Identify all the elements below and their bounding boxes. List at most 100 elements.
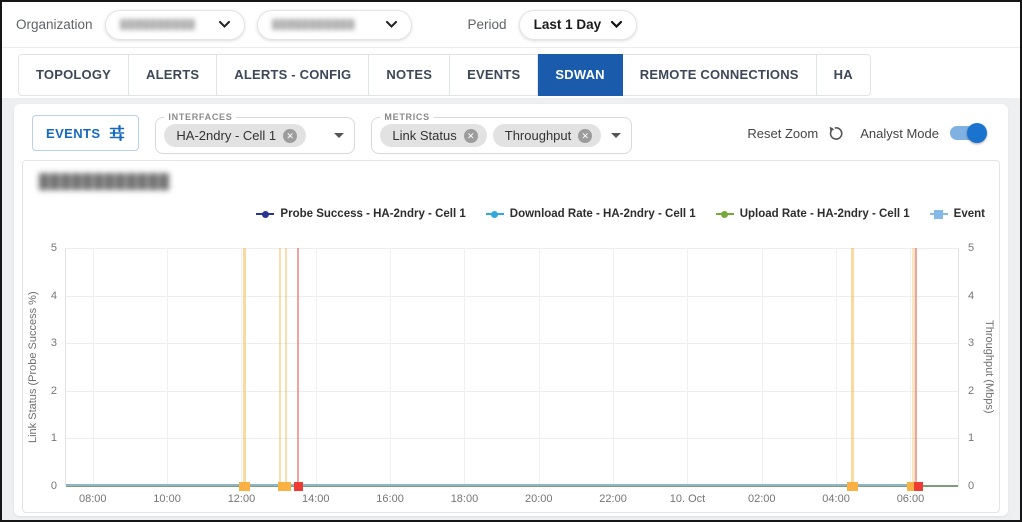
tab-events[interactable]: EVENTS	[450, 54, 538, 96]
event-marker-orange[interactable]	[239, 482, 250, 491]
tab-alerts-config[interactable]: ALERTS - CONFIG	[217, 54, 369, 96]
metric-chip-throughput[interactable]: Throughput	[493, 124, 602, 147]
legend-label: Upload Rate - HA-2ndry - Cell 1	[740, 208, 910, 220]
x-tick: 04:00	[822, 493, 850, 505]
event-line-red[interactable]	[915, 248, 917, 486]
legend-item-upload-rate[interactable]: Upload Rate - HA-2ndry - Cell 1	[716, 208, 910, 220]
y-tick-right: 3	[968, 337, 986, 349]
gridline	[390, 248, 391, 486]
x-tick: 10. Oct	[670, 493, 705, 505]
device-select[interactable]: ███████████	[257, 10, 412, 40]
event-line-orange[interactable]	[912, 248, 915, 486]
events-filter-button[interactable]: EVENTS	[32, 115, 139, 151]
event-marker-orange[interactable]	[847, 482, 858, 491]
tab-bar: TOPOLOGY ALERTS ALERTS - CONFIG NOTES EV…	[18, 54, 871, 96]
event-marker-red[interactable]	[914, 482, 923, 491]
chip-remove-icon[interactable]	[578, 129, 592, 143]
y-tick-right: 1	[968, 432, 986, 444]
y-tick-left: 0	[39, 480, 57, 492]
toggle-knob[interactable]	[967, 123, 987, 143]
x-tick: 20:00	[525, 493, 553, 505]
legend-item-probe-success[interactable]: Probe Success - HA-2ndry - Cell 1	[256, 208, 465, 220]
organization-label: Organization	[16, 17, 93, 32]
x-tick: 16:00	[376, 493, 404, 505]
tab-sdwan[interactable]: SDWAN	[538, 54, 622, 96]
y-tick-right: 0	[968, 480, 986, 492]
period-label: Period	[468, 17, 507, 32]
tab-notes[interactable]: NOTES	[369, 54, 450, 96]
y-axis-label-right: Throughput (Mbps)	[983, 248, 995, 486]
app-window: Organization ██████████ ███████████ Peri…	[0, 0, 1022, 522]
event-line-orange[interactable]	[851, 248, 854, 486]
gridline	[464, 248, 465, 486]
gridline	[66, 248, 958, 249]
device-value: ███████████	[272, 19, 355, 30]
metric-chip-link-status[interactable]: Link Status	[380, 124, 486, 147]
tab-alerts[interactable]: ALERTS	[129, 54, 217, 96]
tab-remote-connections[interactable]: REMOTE CONNECTIONS	[623, 54, 817, 96]
gridline	[93, 248, 94, 486]
interface-chip[interactable]: HA-2ndry - Cell 1	[164, 124, 306, 147]
tune-filter-icon	[109, 125, 125, 141]
gridline	[167, 248, 168, 486]
event-line-orange[interactable]	[243, 248, 246, 486]
x-tick: 08:00	[79, 493, 107, 505]
period-value: Last 1 Day	[534, 17, 602, 32]
chip-remove-icon[interactable]	[283, 129, 297, 143]
chip-remove-icon[interactable]	[464, 129, 478, 143]
interfaces-select[interactable]: INTERFACES HA-2ndry - Cell 1	[155, 112, 355, 154]
top-bar: Organization ██████████ ███████████ Peri…	[2, 2, 1020, 48]
interface-chip-label: HA-2ndry - Cell 1	[176, 128, 276, 143]
tab-topology[interactable]: TOPOLOGY	[18, 54, 129, 96]
x-tick: 14:00	[302, 493, 330, 505]
x-tick: 02:00	[748, 493, 776, 505]
chart-title: ████████████	[39, 173, 170, 189]
organization-select[interactable]: ██████████	[105, 10, 245, 40]
legend-line-marker-icon	[256, 213, 274, 215]
plot-area[interactable]: 5 4 3 2 1 0 5 4 3 2 1 0 08:00 10:00 1	[65, 248, 959, 486]
chart-legend: Probe Success - HA-2ndry - Cell 1 Downlo…	[256, 208, 985, 220]
y-tick-left: 4	[39, 290, 57, 302]
download-rate-series-line	[66, 484, 916, 486]
analyst-mode-toggle[interactable]	[950, 126, 984, 140]
controls-row: EVENTS INTERFACES HA-2ndr	[32, 108, 990, 158]
legend-label: Probe Success - HA-2ndry - Cell 1	[280, 208, 465, 220]
x-tick: 06:00	[897, 493, 925, 505]
y-tick-right: 4	[968, 290, 986, 302]
analyst-mode-control: Analyst Mode	[860, 126, 988, 141]
gridline	[836, 248, 837, 486]
period-select[interactable]: Last 1 Day	[519, 10, 638, 40]
chevron-down-icon	[386, 21, 397, 28]
reset-zoom-button[interactable]: Reset Zoom	[747, 125, 844, 142]
legend-item-download-rate[interactable]: Download Rate - HA-2ndry - Cell 1	[486, 208, 696, 220]
reset-zoom-label: Reset Zoom	[747, 126, 818, 141]
dropdown-arrow-icon[interactable]	[611, 133, 621, 138]
gridline	[687, 248, 688, 486]
metrics-legend: METRICS	[380, 112, 433, 122]
metrics-select[interactable]: METRICS Link Status Throughput	[371, 112, 632, 154]
organization-value: ██████████	[120, 19, 196, 30]
legend-item-event[interactable]: Event	[930, 208, 985, 220]
gridline	[66, 343, 958, 344]
gridline	[66, 438, 958, 439]
event-line-orange[interactable]	[285, 248, 287, 486]
tab-ha[interactable]: HA	[817, 54, 871, 96]
event-marker-red[interactable]	[294, 482, 303, 491]
y-tick-left: 2	[39, 385, 57, 397]
x-tick: 12:00	[228, 493, 256, 505]
y-tick-left: 5	[39, 242, 57, 254]
event-marker-orange[interactable]	[278, 482, 291, 491]
y-tick-right: 5	[968, 242, 986, 254]
dropdown-arrow-icon[interactable]	[334, 133, 344, 138]
y-tick-left: 1	[39, 432, 57, 444]
gridline	[613, 248, 614, 486]
event-line-orange[interactable]	[279, 248, 281, 486]
analyst-mode-label: Analyst Mode	[860, 126, 939, 141]
y-tick-right: 2	[968, 385, 986, 397]
event-line-red[interactable]	[297, 248, 299, 486]
gridline	[66, 391, 958, 392]
gridline	[762, 248, 763, 486]
reset-zoom-icon	[827, 125, 844, 142]
chevron-down-icon	[611, 21, 622, 28]
chart-container: ████████████ Probe Success - HA-2ndry - …	[22, 160, 1000, 513]
